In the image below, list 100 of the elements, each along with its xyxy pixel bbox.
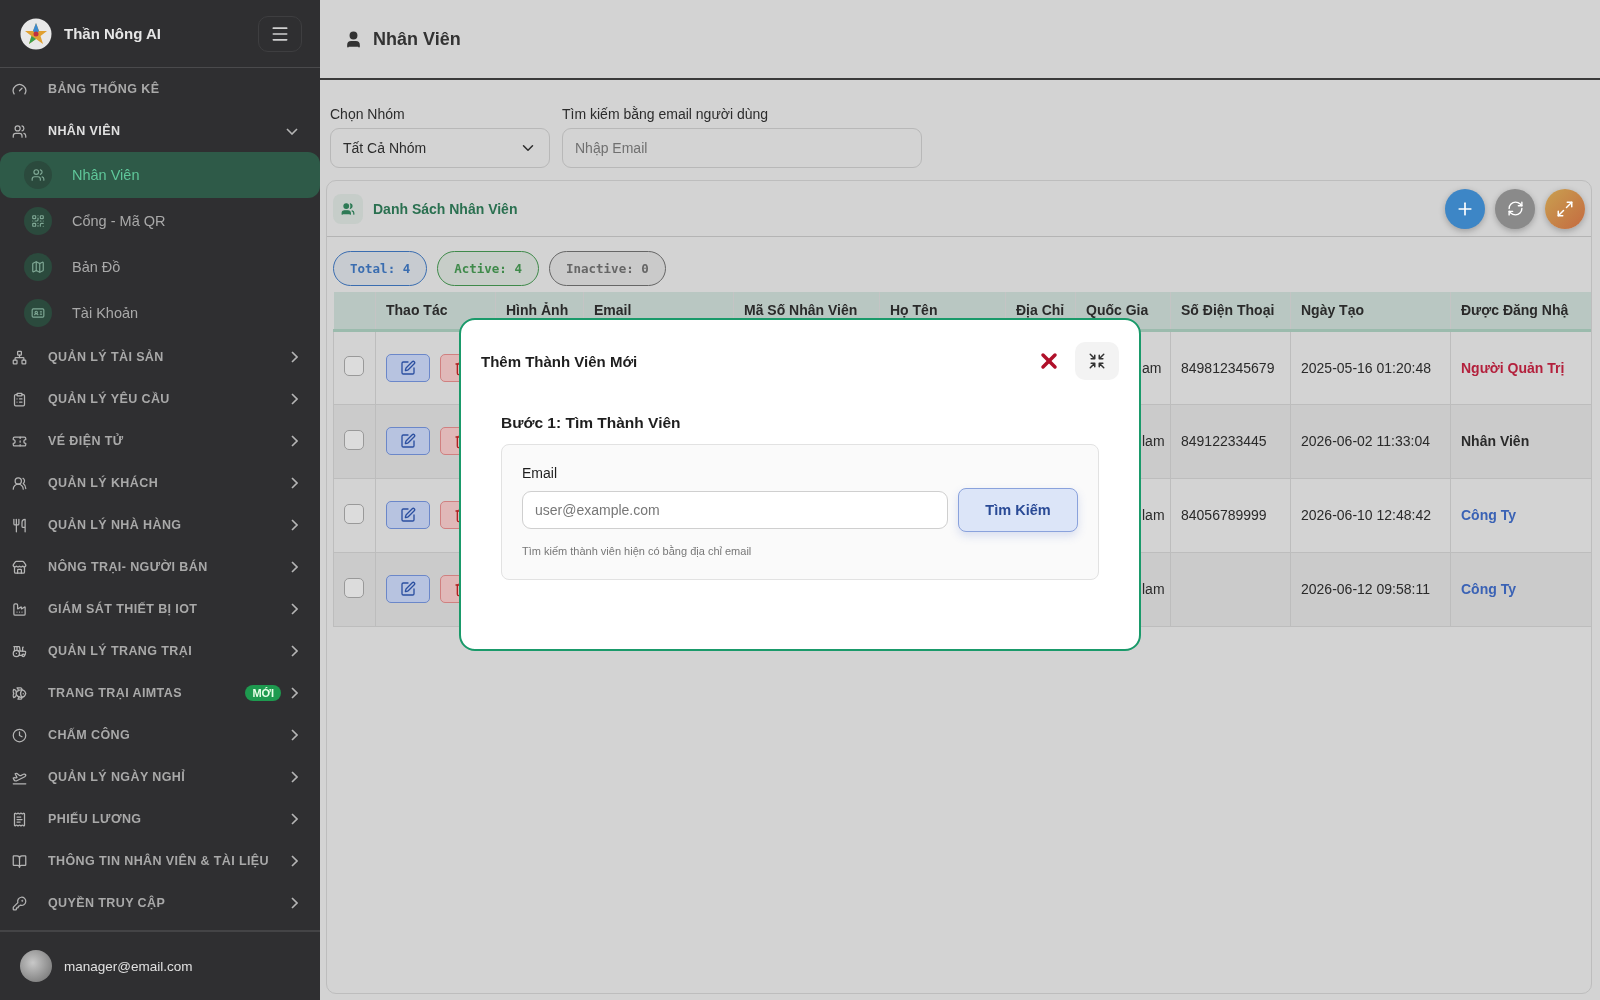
book-icon	[12, 853, 27, 869]
role-label: Người Quản Trị	[1461, 359, 1565, 376]
chevron-right-icon	[291, 897, 298, 909]
nav-subitem[interactable]: Bản Đồ	[0, 244, 320, 290]
brand-name: Thần Nông AI	[64, 25, 162, 42]
chevron-right-icon	[291, 771, 298, 783]
column-header: Thao Tác	[375, 292, 496, 330]
nav-item[interactable]: GIÁM SÁT THIẾT BỊ IOT	[0, 588, 320, 630]
edit-button[interactable]	[386, 575, 430, 603]
nav-item[interactable]: QUYỀN TRUY CẬP	[0, 882, 320, 924]
people-icon	[24, 161, 52, 189]
email-field[interactable]: user@example.com	[522, 491, 948, 529]
edit-icon	[400, 581, 416, 597]
chevron-right-icon	[291, 477, 298, 489]
page-title: Nhân Viên	[373, 28, 461, 50]
stat-pill: Total: 4	[333, 251, 428, 286]
nav-subitem[interactable]: Cổng - Mã QR	[0, 198, 320, 244]
table-cell: 2026-06-10 12:48:42	[1301, 507, 1431, 523]
chevron-right-icon	[291, 729, 298, 741]
chevron-down-icon	[286, 127, 298, 135]
nav-subitem[interactable]: Nhân Viên	[0, 152, 320, 198]
group-select[interactable]: Tất Cả Nhóm	[330, 128, 550, 168]
table-cell: 2025-05-16 01:20:48	[1301, 359, 1431, 376]
nav-item[interactable]: QUẢN LÝ YÊU CẦU	[0, 378, 320, 420]
chevron-right-icon	[291, 519, 298, 531]
boxes-icon	[12, 349, 27, 365]
key-icon	[12, 895, 27, 911]
role-label: Công Ty	[1461, 581, 1516, 597]
row-checkbox[interactable]	[344, 577, 364, 598]
nav-item[interactable]: QUẢN LÝ KHÁCH	[0, 462, 320, 504]
search-button[interactable]: Tìm Kiếm	[958, 488, 1078, 532]
edit-button[interactable]	[386, 427, 430, 455]
people-icon	[12, 475, 27, 491]
expand-button[interactable]	[1545, 188, 1585, 229]
user-icon	[344, 29, 363, 49]
nav-item[interactable]: CHẤM CÔNG	[0, 714, 320, 756]
table-cell: lam	[1142, 433, 1165, 449]
nav-item[interactable]: BẢNG THỐNG KÊ	[0, 68, 320, 110]
chevron-right-icon	[291, 813, 298, 825]
chevron-right-icon	[291, 855, 298, 867]
nav-item[interactable]: PHIẾU LƯƠNG	[0, 798, 320, 840]
field-label: Chọn Nhóm	[330, 106, 406, 122]
nav-item[interactable]: QUẢN LÝ TRANG TRẠI	[0, 630, 320, 672]
chevron-right-icon	[291, 687, 298, 699]
row-checkbox[interactable]	[344, 356, 364, 376]
nav-item[interactable]: THÔNG TIN NHÂN VIÊN & TÀI LIỆU	[0, 840, 320, 882]
nav-item[interactable]: NÔNG TRẠI- NGƯỜI BÁN	[0, 546, 320, 588]
email-search-field[interactable]: Nhập Email	[562, 128, 922, 168]
nav-item[interactable]: TRANG TRẠI AIMTAS MỚI	[0, 672, 320, 714]
nav-item[interactable]: VÉ ĐIỆN TỬ	[0, 420, 320, 462]
chevron-right-icon	[291, 435, 298, 447]
user-avatar	[20, 950, 52, 982]
id-card-icon	[24, 299, 52, 327]
factory-icon	[12, 601, 27, 617]
table-cell: 84056789999	[1181, 507, 1267, 523]
shrink-button[interactable]	[1075, 342, 1119, 380]
table-cell: am	[1142, 359, 1162, 376]
column-header: Được Đăng Nhậ	[1450, 292, 1591, 330]
shrink-icon	[1088, 352, 1106, 370]
step-title: Bước 1: Tìm Thành Viên	[501, 414, 682, 432]
nav-subitem[interactable]: Tài Khoản	[0, 290, 320, 336]
role-label: Nhân Viên	[1461, 433, 1530, 449]
qr-code-icon	[24, 207, 52, 235]
people-icon	[12, 123, 27, 139]
table-cell: lam	[1142, 581, 1165, 597]
stat-pill: Inactive: 0	[548, 251, 666, 286]
map-icon	[24, 253, 52, 281]
refresh-button[interactable]	[1495, 188, 1535, 229]
edit-button[interactable]	[386, 353, 430, 382]
nav-item[interactable]: NHÂN VIÊN	[0, 110, 320, 152]
table-cell: 2026-06-12 09:58:11	[1301, 581, 1430, 597]
chevron-right-icon	[291, 351, 298, 363]
nav-item[interactable]: QUẢN LÝ NHÀ HÀNG	[0, 504, 320, 546]
expand-icon	[1556, 199, 1574, 218]
dialog-title: Thêm Thành Viên Mới	[481, 352, 639, 370]
column-header: Số Điện Thoại	[1170, 292, 1291, 330]
edit-icon	[400, 433, 416, 449]
receipt-icon	[12, 811, 27, 827]
table-cell: lam	[1142, 507, 1165, 523]
menu-button[interactable]	[258, 15, 302, 52]
nav-item[interactable]: QUẢN LÝ NGÀY NGHỈ	[0, 756, 320, 798]
logo-icon	[20, 17, 52, 50]
refresh-icon	[1506, 200, 1524, 217]
ticket-icon	[12, 433, 27, 449]
row-checkbox[interactable]	[344, 503, 364, 524]
field-label: Tìm kiếm bằng email người dùng	[562, 106, 770, 122]
hint-text: Tìm kiếm thành viên hiện có bằng địa chỉ email	[522, 545, 753, 557]
edit-icon	[400, 359, 416, 376]
nav-item[interactable]: QUẢN LÝ TÀI SẢN	[0, 336, 320, 378]
add-button[interactable]	[1445, 188, 1485, 229]
stat-pill: Active: 4	[437, 251, 539, 286]
people-icon	[333, 193, 363, 224]
chevron-right-icon	[291, 645, 298, 657]
edit-button[interactable]	[386, 501, 430, 529]
clipboard-icon	[12, 391, 27, 407]
column-header: Ngày Tạo	[1290, 292, 1451, 330]
fish-icon	[12, 685, 27, 701]
tractor-icon	[12, 643, 27, 659]
row-checkbox[interactable]	[344, 429, 364, 450]
table-cell: 84912233445	[1181, 433, 1267, 449]
